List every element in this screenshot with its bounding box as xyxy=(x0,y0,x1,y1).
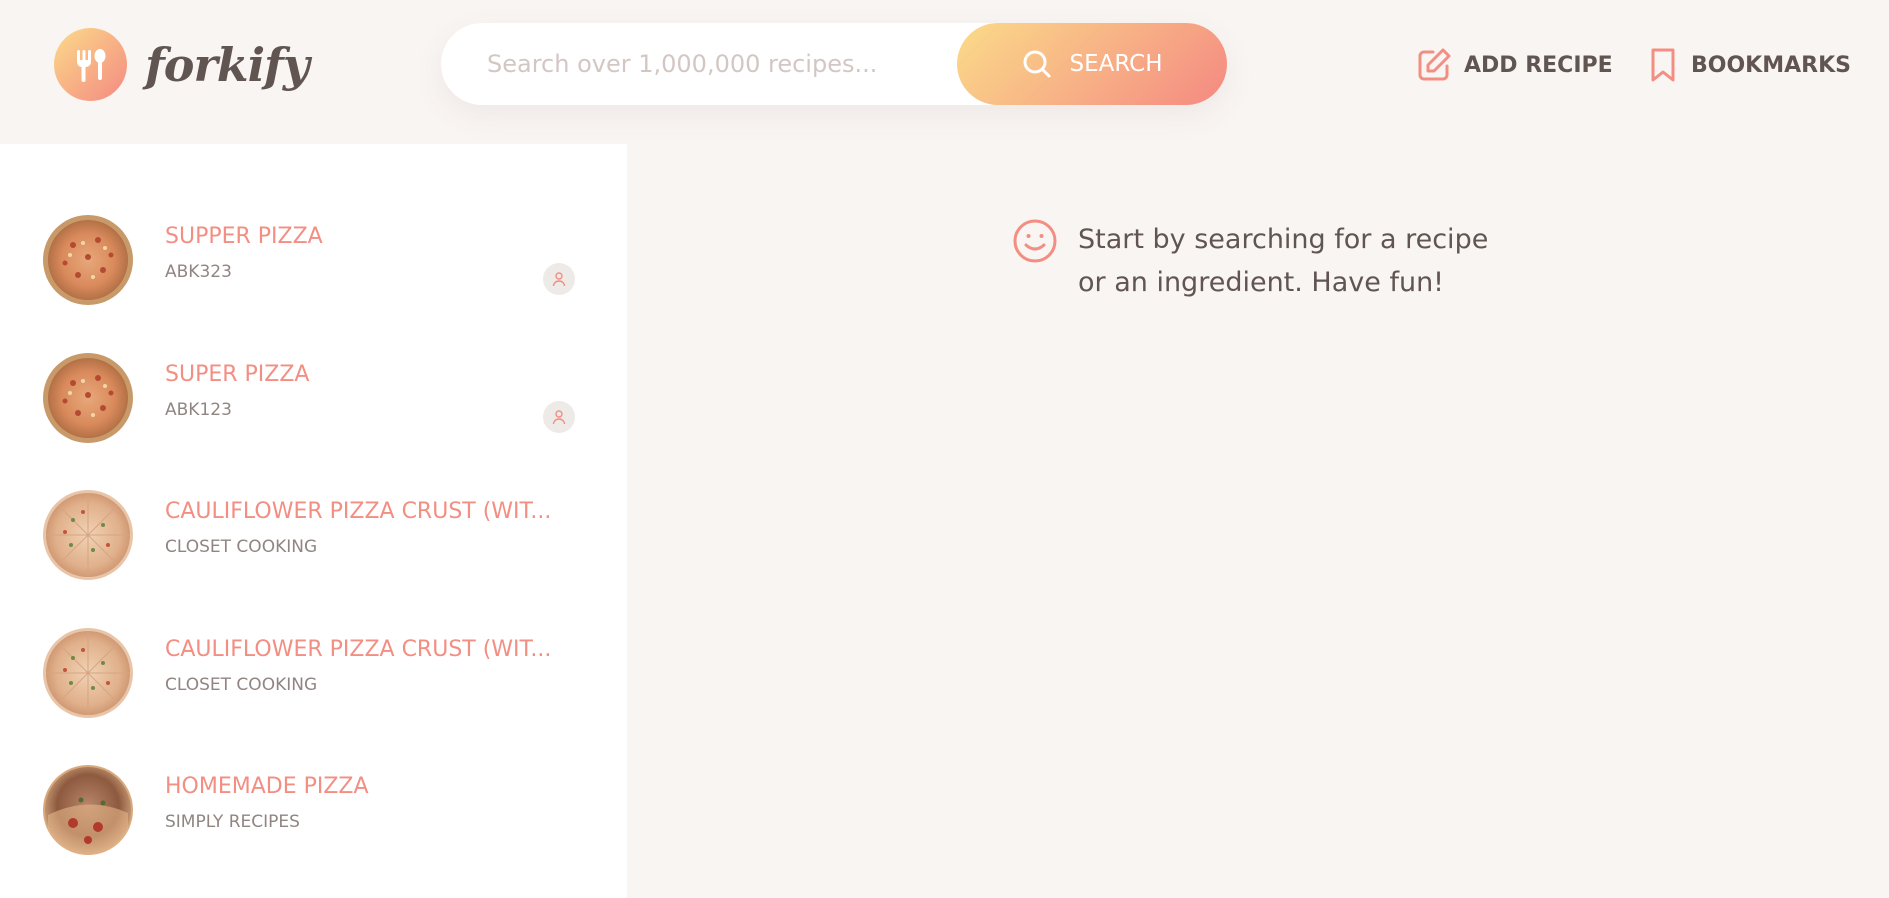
pizza-icon xyxy=(43,628,133,718)
result-publisher: SIMPLY RECIPES xyxy=(165,812,300,832)
result-title: HOMEMADE PIZZA xyxy=(165,774,369,799)
result-publisher: ABK123 xyxy=(165,400,232,420)
user-generated-icon xyxy=(543,263,575,295)
result-publisher: ABK323 xyxy=(165,262,232,282)
header: forkify SEARCH ADD RECIPE BOOKMARKS xyxy=(0,0,1889,144)
search-icon xyxy=(1023,50,1051,78)
logo[interactable]: forkify xyxy=(54,28,310,101)
add-recipe-label: ADD RECIPE xyxy=(1464,52,1613,78)
logo-text: forkify xyxy=(145,37,310,92)
message-text: Start by searching for a recipe or an in… xyxy=(1078,224,1489,298)
search-form: SEARCH xyxy=(441,23,1227,105)
result-title: CAULIFLOWER PIZZA CRUST (WIT... xyxy=(165,637,552,662)
search-results: SUPPER PIZZA ABK323 SUPER PIZZA ABK123 C… xyxy=(0,144,627,898)
result-item[interactable]: HOMEMADE PIZZA SIMPLY RECIPES xyxy=(0,741,627,879)
edit-icon xyxy=(1418,48,1451,81)
result-title: SUPPER PIZZA xyxy=(165,224,323,249)
bookmarks-label: BOOKMARKS xyxy=(1691,52,1851,78)
result-item[interactable]: SUPPER PIZZA ABK323 xyxy=(0,191,627,329)
result-item[interactable]: CAULIFLOWER PIZZA CRUST (WIT... CLOSET C… xyxy=(0,466,627,604)
result-title: SUPER PIZZA xyxy=(165,362,310,387)
bookmark-icon xyxy=(1651,48,1675,82)
user-generated-icon xyxy=(543,401,575,433)
result-publisher: CLOSET COOKING xyxy=(165,537,318,557)
search-button-label: SEARCH xyxy=(1069,51,1163,77)
search-input[interactable] xyxy=(487,23,967,105)
search-button[interactable]: SEARCH xyxy=(957,23,1227,105)
bookmarks-button[interactable]: BOOKMARKS xyxy=(1647,46,1851,84)
pizza-icon xyxy=(43,765,133,855)
add-recipe-button[interactable]: ADD RECIPE xyxy=(1416,46,1613,84)
fork-spoon-icon xyxy=(54,28,127,101)
result-item[interactable]: SUPER PIZZA ABK123 xyxy=(0,329,627,467)
result-title: CAULIFLOWER PIZZA CRUST (WIT... xyxy=(165,499,552,524)
result-item[interactable]: CAULIFLOWER PIZZA CRUST (WIT... CLOSET C… xyxy=(0,604,627,742)
start-message: Start by searching for a recipe or an in… xyxy=(1012,218,1518,304)
smile-icon xyxy=(1013,219,1057,263)
result-publisher: CLOSET COOKING xyxy=(165,675,318,695)
pizza-icon xyxy=(43,490,133,580)
pizza-icon xyxy=(43,215,133,305)
pizza-icon xyxy=(43,353,133,443)
